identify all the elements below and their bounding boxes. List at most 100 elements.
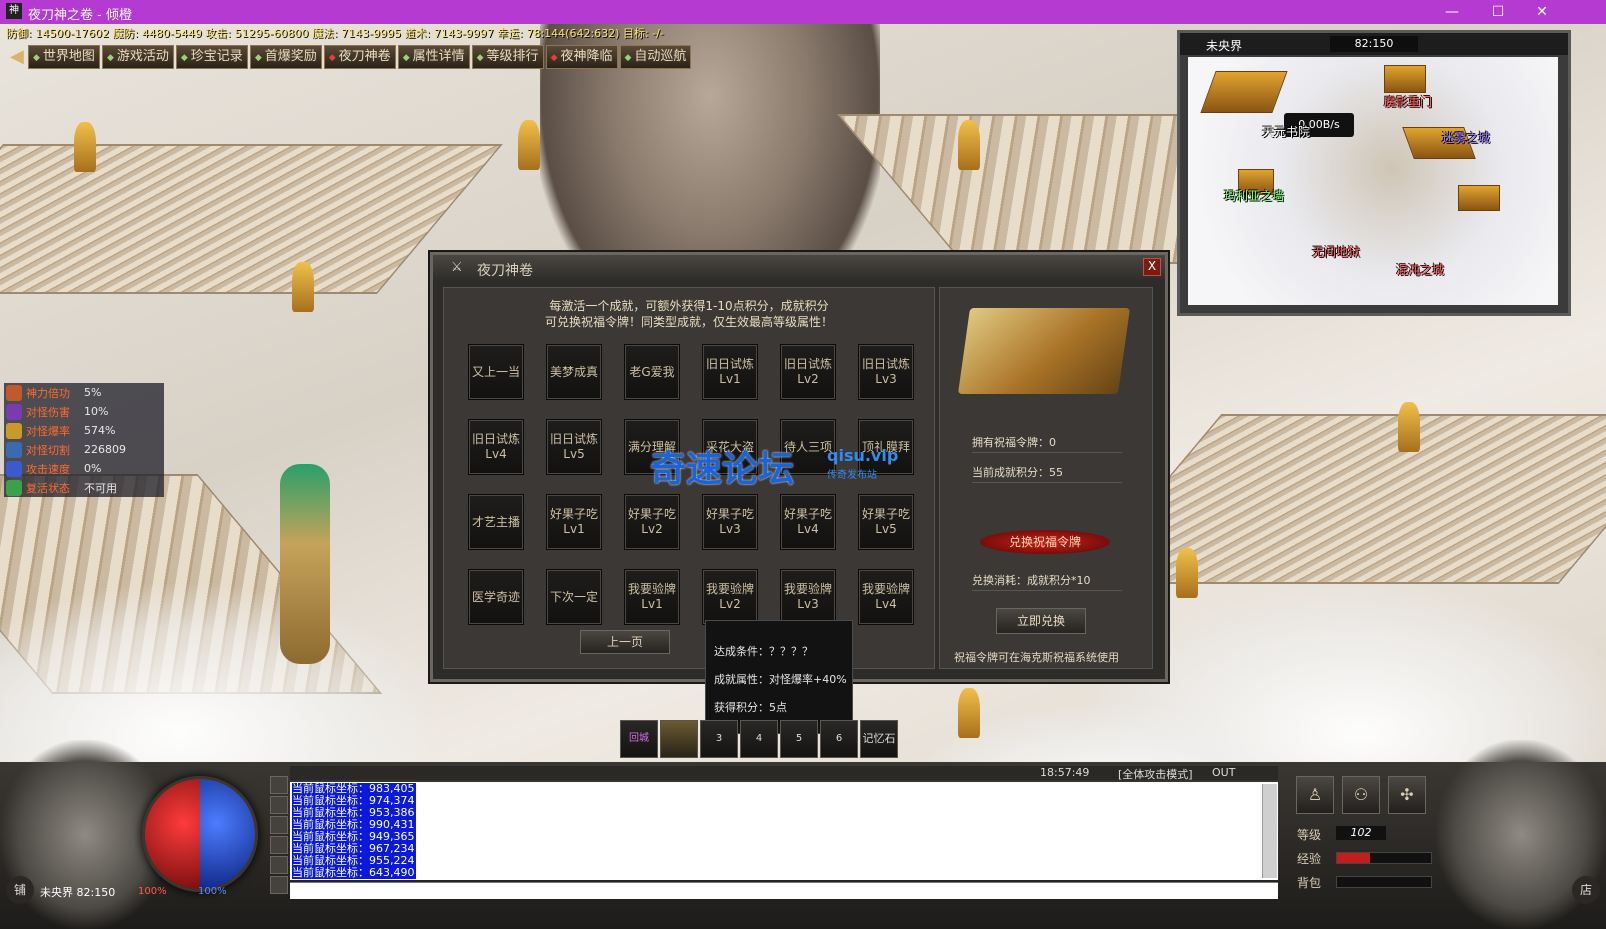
watermark-sub: 传奇发布站 <box>827 470 877 481</box>
achievement-name: 旧日试炼 <box>471 432 520 446</box>
achievement-slot[interactable]: 我要验牌 Lv3 <box>780 569 836 625</box>
skill-slot-4[interactable]: 4 <box>740 720 778 758</box>
achievement-slot[interactable]: 旧日试炼 Lv1 <box>702 344 758 400</box>
skill-slot-memory-stone[interactable]: 记忆石 <box>860 720 898 758</box>
current-points: 当前成就积分：55 <box>972 464 1122 483</box>
clock: 18:57:49 <box>1040 766 1090 779</box>
chat-channel-icon[interactable] <box>270 816 288 834</box>
buff-row: 对怪伤害 10% <box>4 402 164 421</box>
buff-row: 攻击速度 0% <box>4 459 164 478</box>
skill-slot-6[interactable]: 6 <box>820 720 858 758</box>
exchange-now-button[interactable]: 立即兑换 <box>996 608 1086 634</box>
achievement-name: 好果子吃 <box>783 507 832 521</box>
achievement-name: 下次一定 <box>549 589 598 604</box>
golden-pillar <box>1398 402 1420 452</box>
menu-game-activity[interactable]: ◆ 游戏活动 <box>101 45 174 69</box>
achievement-name: 好果子吃 <box>705 507 754 521</box>
buff-icon <box>6 441 22 458</box>
menu-level-ranking[interactable]: ◆ 等级排行 <box>471 45 544 69</box>
achievement-level: Lv2 <box>641 522 663 536</box>
achievement-level: Lv4 <box>875 597 897 611</box>
shop-right-button[interactable]: 店 <box>1572 876 1600 904</box>
character-stats-line: 防御: 14500-17602 魔防: 4480-5449 攻击: 51295-… <box>6 27 664 40</box>
achievement-slot[interactable]: 我要验牌 Lv1 <box>624 569 680 625</box>
achievement-slot[interactable]: 医学奇迹 <box>468 569 524 625</box>
menu-attribute-details[interactable]: ◆ 属性详情 <box>397 45 470 69</box>
achievement-slot[interactable]: 我要验牌 Lv4 <box>858 569 914 625</box>
achievement-slot[interactable]: 我要验牌 Lv2 <box>702 569 758 625</box>
logout-button[interactable]: OUT <box>1212 766 1235 779</box>
bag-button[interactable]: ⚇ <box>1342 776 1380 814</box>
minimap[interactable]: 未央界 82:150 0.00B/s 天元书院 魔影重门 迷雾之城 玛利亚之墙 … <box>1177 30 1571 316</box>
achievement-slot[interactable]: 老G爱我 <box>624 344 680 400</box>
owned-tokens: 拥有祝福令牌：0 <box>972 434 1122 453</box>
dialog-close-button[interactable]: X <box>1143 258 1161 276</box>
achievement-slot[interactable]: 才艺主播 <box>468 494 524 550</box>
achievement-slot[interactable]: 美梦成真 <box>546 344 602 400</box>
chat-window[interactable] <box>290 782 1278 880</box>
close-button[interactable]: ✕ <box>1522 2 1562 22</box>
minimap-map[interactable]: 0.00B/s 天元书院 魔影重门 迷雾之城 玛利亚之墙 无间地狱 混沌之城 <box>1188 57 1558 305</box>
menu-treasure-log[interactable]: ◆ 珍宝记录 <box>175 45 248 69</box>
dialog-title: 夜刀神卷 <box>477 263 533 279</box>
achievement-slot[interactable]: 好果子吃 Lv2 <box>624 494 680 550</box>
app-icon: 神 <box>6 3 22 19</box>
achievement-name: 旧日试炼 <box>861 357 910 371</box>
achievement-level: Lv2 <box>797 372 819 386</box>
achievement-slot[interactable]: 又上一当 <box>468 344 524 400</box>
menu-first-drop-reward[interactable]: ◆ 首爆奖励 <box>249 45 322 69</box>
map-label: 玛利亚之墙 <box>1224 189 1285 203</box>
golden-pillar <box>958 688 980 738</box>
chat-channel-icon[interactable] <box>270 876 288 894</box>
achievement-slot[interactable]: 好果子吃 Lv1 <box>546 494 602 550</box>
achievement-name: 旧日试炼 <box>549 432 598 446</box>
prev-page-button[interactable]: 上一页 <box>580 630 670 654</box>
skill-slot-3[interactable]: 3 <box>700 720 738 758</box>
achievement-slot[interactable]: 下次一定 <box>546 569 602 625</box>
chat-channel-icon[interactable] <box>270 776 288 794</box>
chat-scrollbar[interactable] <box>1262 784 1277 878</box>
minimize-button[interactable]: — <box>1432 2 1472 22</box>
chat-channel-icon[interactable] <box>270 856 288 874</box>
attack-mode[interactable]: [全体攻击模式] <box>1118 766 1193 782</box>
character-button[interactable]: ♙ <box>1296 776 1334 814</box>
chat-input[interactable] <box>290 882 1278 899</box>
menu-night-blade-scroll[interactable]: ◆ 夜刀神卷 <box>323 45 396 69</box>
maximize-button[interactable]: ☐ <box>1478 2 1518 22</box>
chat-channel-icon[interactable] <box>270 796 288 814</box>
golden-pillar <box>1176 548 1198 598</box>
golden-pillar <box>74 122 96 172</box>
achievement-slot[interactable]: 好果子吃 Lv3 <box>702 494 758 550</box>
achievement-name: 我要验牌 <box>627 582 676 596</box>
achievement-level: Lv4 <box>485 447 507 461</box>
map-label: 天元书院 <box>1262 125 1311 139</box>
buff-icon <box>6 403 22 420</box>
diamond-icon: ◆ <box>624 53 632 63</box>
exp-bar-fill <box>1337 853 1370 863</box>
achievement-slot[interactable]: 旧日试炼 Lv5 <box>546 419 602 475</box>
achievement-level: Lv1 <box>719 372 741 386</box>
menu-auto-cruise[interactable]: ◆ 自动巡航 <box>619 45 692 69</box>
chat-channel-icon[interactable] <box>270 836 288 854</box>
map-label: 魔影重门 <box>1384 95 1433 109</box>
achievement-slot[interactable]: 好果子吃 Lv5 <box>858 494 914 550</box>
tooltip-attribute: 成就属性：对怪爆率+40% <box>714 673 847 686</box>
achievement-name: 才艺主播 <box>471 514 520 529</box>
achievement-slot[interactable]: 旧日试炼 Lv3 <box>858 344 914 400</box>
achievement-name: 我要验牌 <box>783 582 832 596</box>
menu-night-god-descends[interactable]: ◆ 夜神降临 <box>545 45 618 69</box>
skills-button[interactable]: ✣ <box>1388 776 1426 814</box>
collapse-arrow-icon[interactable]: ◀ <box>10 46 28 68</box>
diamond-icon: ◆ <box>402 53 410 63</box>
skill-slot-return-town[interactable]: 回城 <box>620 720 658 758</box>
buff-icon <box>6 384 22 401</box>
scroll-book-icon <box>957 308 1131 394</box>
menu-world-map[interactable]: ◆ 世界地图 <box>28 45 100 69</box>
dialog-header[interactable]: ⚔ 夜刀神卷 X <box>433 255 1165 281</box>
achievement-slot[interactable]: 旧日试炼 Lv2 <box>780 344 836 400</box>
achievement-slot[interactable]: 好果子吃 Lv4 <box>780 494 836 550</box>
skill-slot-5[interactable]: 5 <box>780 720 818 758</box>
shop-left-button[interactable]: 铺 <box>6 876 34 904</box>
achievement-slot[interactable]: 旧日试炼 Lv4 <box>468 419 524 475</box>
skill-slot-2[interactable] <box>660 720 698 758</box>
